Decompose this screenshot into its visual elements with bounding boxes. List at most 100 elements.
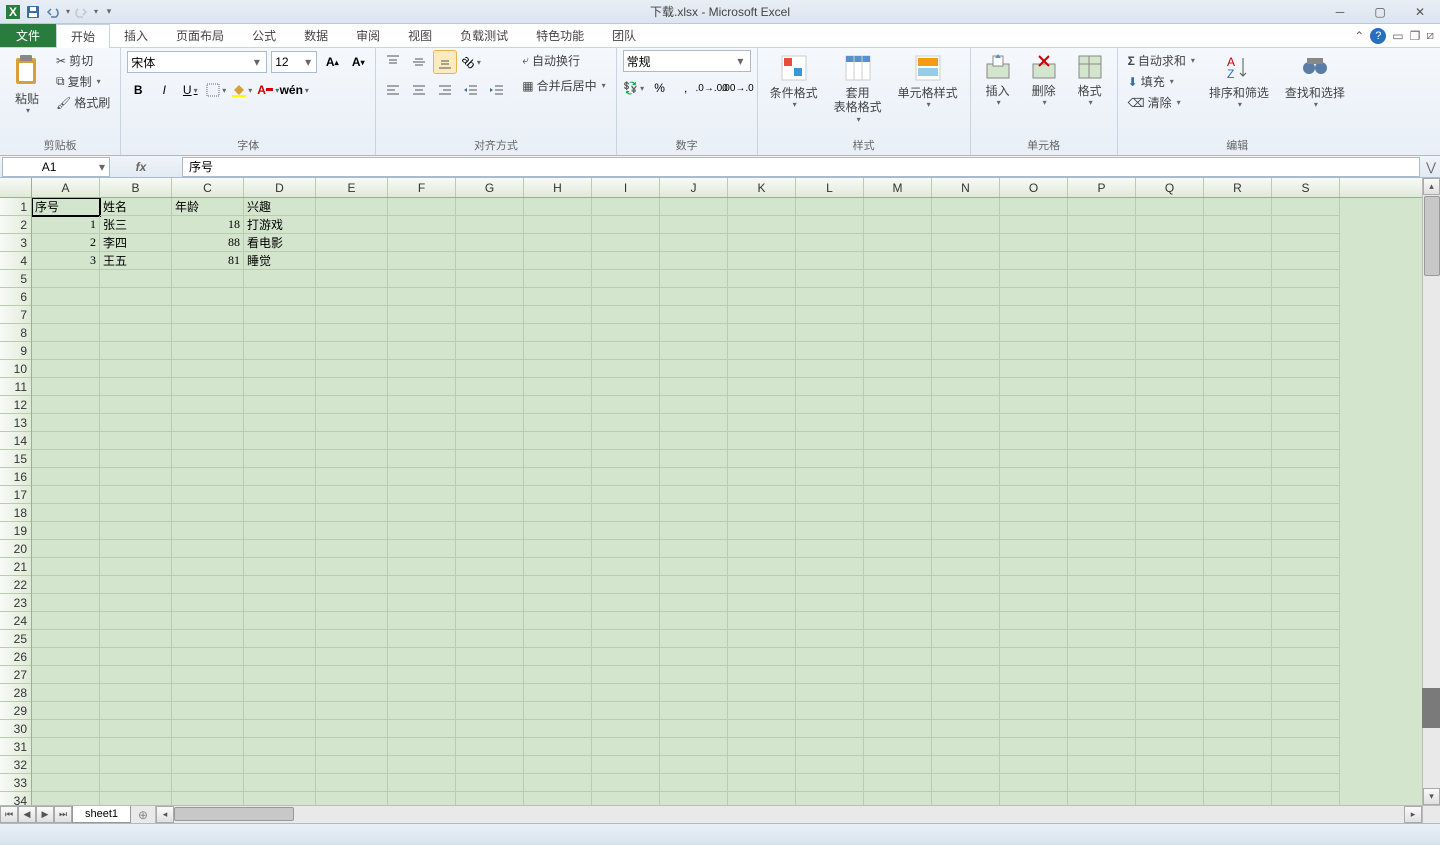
cell[interactable] (1272, 540, 1340, 558)
cell[interactable]: 睡觉 (244, 252, 316, 270)
row-header[interactable]: 31 (0, 738, 31, 756)
cell[interactable] (100, 540, 172, 558)
cell[interactable] (592, 270, 660, 288)
cell[interactable] (796, 666, 864, 684)
cell[interactable] (932, 792, 1000, 805)
cell[interactable] (32, 630, 100, 648)
cell[interactable] (1272, 774, 1340, 792)
cell[interactable] (592, 558, 660, 576)
cell[interactable] (660, 234, 728, 252)
cell[interactable] (796, 324, 864, 342)
cell[interactable] (388, 558, 456, 576)
cell[interactable] (524, 396, 592, 414)
cell[interactable] (864, 486, 932, 504)
cell[interactable] (932, 432, 1000, 450)
cell[interactable] (1068, 792, 1136, 805)
cell[interactable] (244, 396, 316, 414)
cell[interactable] (524, 774, 592, 792)
save-icon[interactable] (24, 3, 42, 21)
cell[interactable] (456, 270, 524, 288)
cell[interactable] (316, 378, 388, 396)
cell[interactable]: 看电影 (244, 234, 316, 252)
cell[interactable] (100, 774, 172, 792)
cell[interactable] (592, 648, 660, 666)
cell[interactable] (728, 540, 796, 558)
cell[interactable] (172, 756, 244, 774)
vertical-scrollbar[interactable]: ▴ ▾ (1422, 178, 1440, 805)
cell[interactable] (100, 684, 172, 702)
cell[interactable] (456, 360, 524, 378)
cell[interactable] (32, 648, 100, 666)
cell[interactable]: 兴趣 (244, 198, 316, 216)
column-header[interactable]: M (864, 178, 932, 197)
cell[interactable] (524, 378, 592, 396)
cell[interactable] (100, 612, 172, 630)
cell[interactable] (1136, 270, 1204, 288)
cell[interactable] (1068, 594, 1136, 612)
number-format-input[interactable] (627, 54, 734, 68)
cell[interactable] (316, 774, 388, 792)
cell[interactable] (1068, 324, 1136, 342)
cell[interactable] (100, 288, 172, 306)
cell[interactable] (796, 306, 864, 324)
cell[interactable] (864, 648, 932, 666)
cell[interactable] (32, 324, 100, 342)
cell[interactable] (728, 558, 796, 576)
cell[interactable] (1000, 360, 1068, 378)
cell[interactable] (1204, 234, 1272, 252)
cell[interactable] (1068, 414, 1136, 432)
cell[interactable] (1068, 306, 1136, 324)
cell[interactable]: 3 (32, 252, 100, 270)
cell[interactable] (388, 432, 456, 450)
cell[interactable] (932, 630, 1000, 648)
autosum-button[interactable]: Σ自动求和▾ (1124, 50, 1199, 71)
cell[interactable] (592, 432, 660, 450)
cell[interactable] (456, 432, 524, 450)
cell[interactable] (864, 738, 932, 756)
cell[interactable] (388, 630, 456, 648)
cell[interactable] (1272, 306, 1340, 324)
cell[interactable] (932, 648, 1000, 666)
prev-sheet-icon[interactable]: ◀ (18, 806, 36, 823)
cell[interactable] (1000, 270, 1068, 288)
cell[interactable] (456, 594, 524, 612)
row-header[interactable]: 5 (0, 270, 31, 288)
cell[interactable] (456, 522, 524, 540)
cell[interactable] (100, 666, 172, 684)
cell[interactable] (32, 576, 100, 594)
cell[interactable] (864, 774, 932, 792)
cell[interactable] (592, 450, 660, 468)
tab-layout[interactable]: 页面布局 (162, 24, 238, 47)
cell[interactable] (1272, 396, 1340, 414)
orientation-icon[interactable]: ab▾ (460, 51, 482, 73)
cell[interactable] (1068, 738, 1136, 756)
cell[interactable] (456, 756, 524, 774)
delete-cells-button[interactable]: 删除▾ (1023, 50, 1065, 111)
cell[interactable] (456, 468, 524, 486)
cell[interactable] (1068, 252, 1136, 270)
cell[interactable]: 序号 (32, 198, 100, 216)
cell[interactable] (316, 666, 388, 684)
cell[interactable] (932, 774, 1000, 792)
cell[interactable] (1272, 486, 1340, 504)
cell[interactable] (456, 450, 524, 468)
maximize-button[interactable]: ▢ (1360, 0, 1400, 24)
cell[interactable] (100, 468, 172, 486)
cell[interactable] (172, 414, 244, 432)
cell[interactable] (172, 378, 244, 396)
cell[interactable] (1272, 630, 1340, 648)
cell[interactable] (1204, 684, 1272, 702)
cell[interactable] (1136, 684, 1204, 702)
cell[interactable] (100, 576, 172, 594)
cell[interactable] (32, 504, 100, 522)
vscroll-extent[interactable] (1422, 688, 1440, 728)
cell[interactable] (172, 540, 244, 558)
cell[interactable] (172, 342, 244, 360)
cell[interactable] (728, 756, 796, 774)
cell[interactable] (1068, 648, 1136, 666)
cell[interactable] (1136, 738, 1204, 756)
cell[interactable] (32, 684, 100, 702)
fill-color-button[interactable]: ▾ (231, 79, 253, 101)
cell[interactable] (172, 504, 244, 522)
cell[interactable] (316, 792, 388, 805)
